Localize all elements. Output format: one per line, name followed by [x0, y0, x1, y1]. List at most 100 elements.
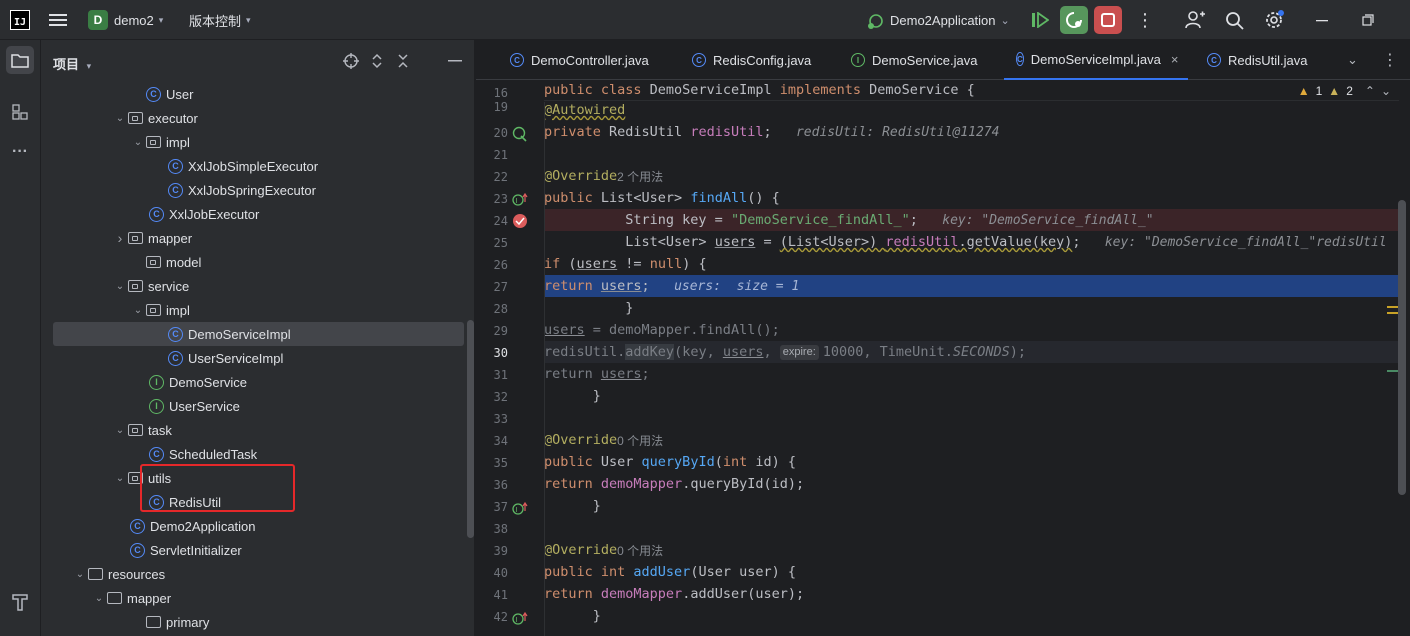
structure-tool-button[interactable] [6, 98, 34, 126]
chevron-down-icon[interactable]: ⌄ [112, 425, 128, 436]
project-switcher[interactable]: D demo2 ▾ [88, 0, 163, 40]
code-line[interactable]: } [544, 605, 1399, 627]
usages-hint[interactable]: 0 个用法 [617, 432, 663, 449]
tree-item[interactable]: C XxlJobExecutor [149, 202, 259, 226]
tree-item[interactable]: ⌄ mapper [91, 586, 171, 610]
code-line[interactable]: if (users != null) { [544, 253, 1399, 275]
code-line[interactable]: @Override 0 个用法 [544, 539, 1399, 561]
code-line[interactable] [544, 407, 1399, 429]
tree-item[interactable]: C ScheduledTask [149, 442, 257, 466]
chevron-down-icon[interactable]: ⌄ [72, 569, 88, 580]
tree-item[interactable]: ⌄ resources [72, 562, 165, 586]
usages-hint[interactable]: 0 个用法 [617, 542, 663, 559]
stop-button[interactable] [1094, 0, 1122, 40]
code-line[interactable]: return demoMapper .addUser(user); [544, 583, 1399, 605]
implements-method-icon[interactable]: I [512, 501, 528, 517]
editor-more-button[interactable]: ⋮ [1382, 40, 1398, 80]
minimize-button[interactable] [1316, 0, 1328, 40]
tree-item[interactable]: ⌄ service [112, 274, 189, 298]
tree-item[interactable]: primary [130, 610, 209, 634]
implements-method-icon[interactable]: I [512, 192, 528, 208]
code-line[interactable]: return users; users: size = 1 [544, 275, 1399, 297]
breakpoint-icon[interactable] [512, 213, 528, 229]
main-menu-button[interactable] [49, 0, 67, 40]
code-line[interactable]: } [544, 495, 1399, 517]
sticky-code-line[interactable]: public class DemoServiceImpl implements … [544, 80, 1399, 101]
build-tool-button[interactable] [6, 588, 34, 616]
code-line[interactable]: String key = "DemoService_findAll_"; key… [544, 209, 1399, 231]
chevron-down-icon[interactable]: ⌄ [112, 281, 128, 292]
tree-item[interactable]: C ServletInitializer [130, 538, 242, 562]
code-area[interactable]: public class DemoServiceImpl implements … [544, 80, 1399, 636]
code-line[interactable]: } [544, 385, 1399, 407]
code-line[interactable]: public List<User> findAll() { [544, 187, 1399, 209]
tree-item[interactable]: model [130, 250, 201, 274]
code-line[interactable] [544, 517, 1399, 539]
debug-button[interactable] [1060, 0, 1088, 40]
more-actions-button[interactable]: ⋮ [1136, 0, 1154, 40]
inspection-widget[interactable]: ▲ 1 ▲ 2 ⌃ ⌄ [1297, 82, 1391, 100]
tree-item[interactable]: I UserService [149, 394, 240, 418]
locate-file-button[interactable] [343, 53, 359, 69]
code-line[interactable]: @Autowired [544, 99, 1399, 121]
close-icon[interactable]: × [1171, 52, 1179, 67]
code-line[interactable]: return demoMapper .queryById(id); [544, 473, 1399, 495]
code-line[interactable]: List<User> users = (List<User>) redisUti… [544, 231, 1399, 253]
rerun-button[interactable] [1026, 0, 1054, 40]
tabs-overflow-button[interactable]: ⌄ [1347, 40, 1358, 80]
tree-item[interactable]: ⌄ impl [130, 130, 190, 154]
tree-item[interactable]: C XxlJobSimpleExecutor [168, 154, 318, 178]
implements-method-icon[interactable]: I [512, 611, 528, 627]
previous-highlight-icon[interactable]: ⌃ [1365, 84, 1375, 98]
code-line[interactable]: @Override 2 个用法 [544, 165, 1399, 187]
app-logo[interactable]: IJ [10, 0, 30, 40]
tab-demoserviceimpl[interactable]: C DemoServiceImpl.java × [1004, 40, 1188, 80]
project-scrollbar[interactable] [467, 320, 474, 538]
tree-item[interactable]: ⌄ executor [112, 106, 198, 130]
expand-all-button[interactable] [369, 53, 385, 69]
tab-redisconfig[interactable]: C RedisConfig.java [692, 40, 811, 80]
run-config-selector[interactable]: Demo2Application ⌄ [866, 0, 1010, 40]
code-line[interactable]: users = demoMapper.findAll(); [544, 319, 1399, 341]
collapse-all-button[interactable] [395, 53, 411, 69]
tree-item[interactable]: C UserServiceImpl [168, 346, 283, 370]
tree-item[interactable]: I DemoService [149, 370, 247, 394]
tree-item[interactable]: ⌄ task [112, 418, 172, 442]
settings-button[interactable] [1264, 0, 1284, 40]
tree-item[interactable]: › mapper [112, 226, 192, 250]
tree-item[interactable]: C User [146, 82, 193, 106]
hide-panel-button[interactable] [447, 53, 463, 69]
usages-hint[interactable]: 2 个用法 [617, 168, 663, 185]
code-line[interactable] [544, 143, 1399, 165]
next-highlight-icon[interactable]: ⌄ [1381, 84, 1391, 98]
code-line[interactable]: public User queryById(int id) { [544, 451, 1399, 473]
chevron-down-icon[interactable]: ⌄ [91, 593, 107, 604]
bean-navigation-icon[interactable] [512, 126, 528, 142]
tab-democontroller[interactable]: C DemoController.java [510, 40, 649, 80]
tree-item[interactable]: C DemoServiceImpl [168, 322, 291, 346]
chevron-right-icon[interactable]: › [112, 230, 128, 246]
tree-item[interactable]: C XxlJobSpringExecutor [168, 178, 316, 202]
project-tool-button[interactable] [6, 46, 34, 74]
tab-demoservice[interactable]: I DemoService.java [851, 40, 978, 80]
code-line[interactable]: redisUtil. addKey (key, users, expire: 1000… [544, 341, 1399, 363]
search-button[interactable] [1225, 0, 1244, 40]
more-tools-button[interactable]: ··· [6, 138, 34, 166]
tree-item[interactable]: C Demo2Application [130, 514, 256, 538]
tree-item[interactable]: ⌄ impl [130, 298, 190, 322]
code-line[interactable]: @Override 0 个用法 [544, 429, 1399, 451]
project-view-selector[interactable]: 项目 ▾ [53, 54, 91, 73]
editor-scrollbar[interactable] [1398, 200, 1406, 495]
chevron-down-icon[interactable]: ⌄ [130, 137, 146, 148]
vcs-menu[interactable]: 版本控制 ▾ [189, 0, 251, 40]
code-line[interactable]: return users; [544, 363, 1399, 385]
code-line[interactable]: private RedisUtil redisUtil; redisUtil: … [544, 121, 1399, 143]
chevron-down-icon[interactable]: ⌄ [112, 473, 128, 484]
chevron-down-icon[interactable]: ⌄ [130, 305, 146, 316]
chevron-down-icon[interactable]: ⌄ [112, 113, 128, 124]
tab-redisutil[interactable]: C RedisUtil.java [1207, 40, 1307, 80]
code-line[interactable]: } [544, 297, 1399, 319]
code-with-me-button[interactable] [1185, 0, 1205, 40]
restore-button[interactable] [1362, 0, 1374, 40]
code-line[interactable]: public int addUser (User user) { [544, 561, 1399, 583]
